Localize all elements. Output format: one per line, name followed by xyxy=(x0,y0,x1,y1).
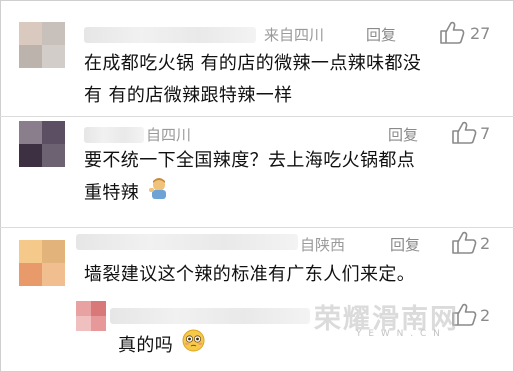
avatar[interactable] xyxy=(76,301,106,331)
sub-reply-text-content: 真的吗 xyxy=(118,335,174,356)
comment-text-line: 要不统一下全国辣度？去上海吃火锅都点 xyxy=(84,150,416,171)
origin-location: 自四川 xyxy=(146,126,192,144)
comment-text: 要不统一下全国辣度？去上海吃火锅都点 重特辣 xyxy=(84,145,504,210)
thumb-up-icon xyxy=(452,231,477,254)
like-count: 7 xyxy=(480,124,491,143)
username-blurred[interactable] xyxy=(84,127,144,143)
username-blurred[interactable] xyxy=(76,234,298,250)
username-blurred[interactable] xyxy=(110,308,310,324)
reply-button[interactable]: 回复 xyxy=(388,124,418,145)
like-button[interactable] xyxy=(451,231,477,255)
comment-item: 来自四川 回复 27 在成都吃火锅 有的店的微辣一点辣味都没 有 有的店微辣跟特… xyxy=(0,0,514,115)
like-count: 2 xyxy=(480,234,491,253)
avatar[interactable] xyxy=(19,121,65,167)
reply-button[interactable]: 回复 xyxy=(390,234,420,255)
comment-text-line: 重特辣 xyxy=(84,182,140,204)
like-count: 2 xyxy=(480,306,491,325)
thumb-up-icon xyxy=(440,21,465,44)
comment-text: 在成都吃火锅 有的店的微辣一点辣味都没 有 有的店微辣跟特辣一样 xyxy=(84,48,504,112)
comment-text-line: 在成都吃火锅 有的店的微辣一点辣味都没 xyxy=(84,53,422,74)
avatar[interactable] xyxy=(19,22,65,68)
origin-location: 来自四川 xyxy=(264,26,325,44)
like-button[interactable] xyxy=(439,21,465,45)
comment-text: 墙裂建议这个辣的标准有广东人们来定。 xyxy=(84,264,416,285)
thumb-up-icon xyxy=(452,121,477,144)
username-blurred[interactable] xyxy=(84,27,256,43)
like-button[interactable] xyxy=(451,121,477,145)
avatar[interactable] xyxy=(19,240,65,286)
like-count: 27 xyxy=(470,24,491,43)
comment-item: 自四川 回复 7 要不统一下全国辣度？去上海吃火锅都点 重特辣 xyxy=(0,117,514,227)
flushed-face-emoji-icon xyxy=(182,329,205,363)
watermark-url: Y E W N . C N xyxy=(356,329,442,339)
reply-button[interactable]: 回复 xyxy=(366,24,396,45)
person-shrug-emoji-icon xyxy=(148,177,170,210)
origin-location: 自陕西 xyxy=(300,236,346,254)
sub-reply-text: 真的吗 xyxy=(118,329,318,363)
comment-text-line: 有 有的店微辣跟特辣一样 xyxy=(84,85,293,106)
